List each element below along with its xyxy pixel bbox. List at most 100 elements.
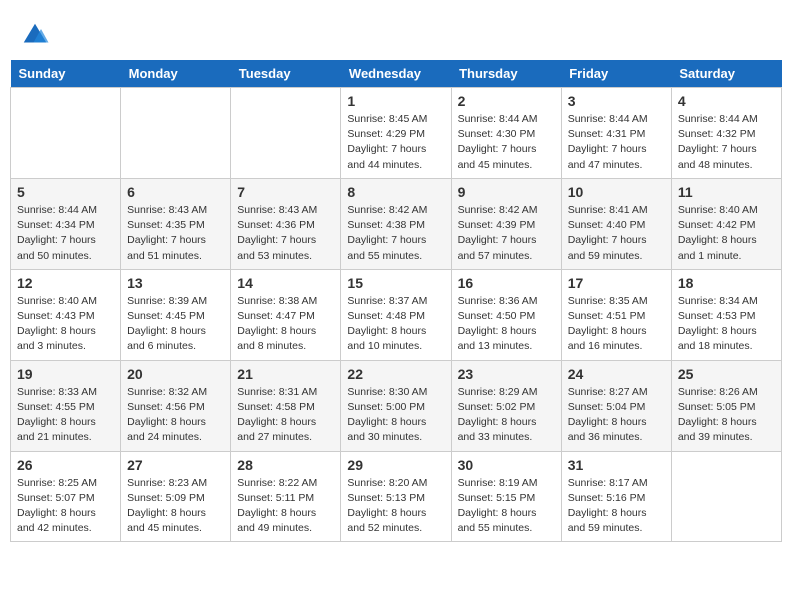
- day-cell: [671, 451, 781, 542]
- day-number: 13: [127, 275, 224, 291]
- day-cell: 5 Sunrise: 8:44 AMSunset: 4:34 PMDaylight…: [11, 178, 121, 269]
- day-cell: 28 Sunrise: 8:22 AMSunset: 5:11 PMDayligh…: [231, 451, 341, 542]
- day-info: Sunrise: 8:43 AMSunset: 4:35 PMDaylight:…: [127, 203, 224, 264]
- logo: [20, 20, 54, 50]
- header-row: SundayMondayTuesdayWednesdayThursdayFrid…: [11, 60, 782, 88]
- header-thursday: Thursday: [451, 60, 561, 88]
- header-sunday: Sunday: [11, 60, 121, 88]
- day-info: Sunrise: 8:42 AMSunset: 4:39 PMDaylight:…: [458, 203, 555, 264]
- week-row-3: 19 Sunrise: 8:33 AMSunset: 4:55 PMDayligh…: [11, 360, 782, 451]
- day-info: Sunrise: 8:38 AMSunset: 4:47 PMDaylight:…: [237, 294, 334, 355]
- day-number: 28: [237, 457, 334, 473]
- day-info: Sunrise: 8:40 AMSunset: 4:43 PMDaylight:…: [17, 294, 114, 355]
- day-info: Sunrise: 8:29 AMSunset: 5:02 PMDaylight:…: [458, 385, 555, 446]
- week-row-2: 12 Sunrise: 8:40 AMSunset: 4:43 PMDayligh…: [11, 269, 782, 360]
- day-number: 10: [568, 184, 665, 200]
- day-cell: 20 Sunrise: 8:32 AMSunset: 4:56 PMDayligh…: [121, 360, 231, 451]
- day-cell: 24 Sunrise: 8:27 AMSunset: 5:04 PMDayligh…: [561, 360, 671, 451]
- day-cell: 21 Sunrise: 8:31 AMSunset: 4:58 PMDayligh…: [231, 360, 341, 451]
- day-info: Sunrise: 8:31 AMSunset: 4:58 PMDaylight:…: [237, 385, 334, 446]
- day-info: Sunrise: 8:44 AMSunset: 4:34 PMDaylight:…: [17, 203, 114, 264]
- day-cell: [11, 88, 121, 179]
- day-number: 15: [347, 275, 444, 291]
- day-number: 7: [237, 184, 334, 200]
- day-cell: 19 Sunrise: 8:33 AMSunset: 4:55 PMDayligh…: [11, 360, 121, 451]
- day-number: 23: [458, 366, 555, 382]
- header-tuesday: Tuesday: [231, 60, 341, 88]
- day-number: 6: [127, 184, 224, 200]
- day-cell: 22 Sunrise: 8:30 AMSunset: 5:00 PMDayligh…: [341, 360, 451, 451]
- day-cell: 2Sunrise: 8:44 AMSunset: 4:30 PMDaylight…: [451, 88, 561, 179]
- day-number: 27: [127, 457, 224, 473]
- day-number: 24: [568, 366, 665, 382]
- day-number: 12: [17, 275, 114, 291]
- calendar-body: 1Sunrise: 8:45 AMSunset: 4:29 PMDaylight…: [11, 88, 782, 542]
- day-number: 25: [678, 366, 775, 382]
- day-number: 11: [678, 184, 775, 200]
- day-number: 1: [347, 93, 444, 109]
- day-info: Sunrise: 8:35 AMSunset: 4:51 PMDaylight:…: [568, 294, 665, 355]
- day-number: 19: [17, 366, 114, 382]
- header-monday: Monday: [121, 60, 231, 88]
- day-number: 20: [127, 366, 224, 382]
- day-cell: 25 Sunrise: 8:26 AMSunset: 5:05 PMDayligh…: [671, 360, 781, 451]
- day-cell: 10 Sunrise: 8:41 AMSunset: 4:40 PMDayligh…: [561, 178, 671, 269]
- day-number: 14: [237, 275, 334, 291]
- day-number: 29: [347, 457, 444, 473]
- day-number: 3: [568, 93, 665, 109]
- day-info: Sunrise: 8:34 AMSunset: 4:53 PMDaylight:…: [678, 294, 775, 355]
- day-number: 21: [237, 366, 334, 382]
- day-info: Sunrise: 8:30 AMSunset: 5:00 PMDaylight:…: [347, 385, 444, 446]
- day-info: Sunrise: 8:41 AMSunset: 4:40 PMDaylight:…: [568, 203, 665, 264]
- page-header: [10, 10, 782, 55]
- day-cell: 4 Sunrise: 8:44 AMSunset: 4:32 PMDaylight…: [671, 88, 781, 179]
- header-wednesday: Wednesday: [341, 60, 451, 88]
- day-number: 22: [347, 366, 444, 382]
- day-number: 5: [17, 184, 114, 200]
- day-number: 26: [17, 457, 114, 473]
- day-info: Sunrise: 8:33 AMSunset: 4:55 PMDaylight:…: [17, 385, 114, 446]
- day-info: Sunrise: 8:17 AMSunset: 5:16 PMDaylight:…: [568, 476, 665, 537]
- day-cell: 30Sunrise: 8:19 AMSunset: 5:15 PMDayligh…: [451, 451, 561, 542]
- day-info: Sunrise: 8:42 AMSunset: 4:38 PMDaylight:…: [347, 203, 444, 264]
- day-info: Sunrise: 8:23 AMSunset: 5:09 PMDaylight:…: [127, 476, 224, 537]
- day-cell: 15 Sunrise: 8:37 AMSunset: 4:48 PMDayligh…: [341, 269, 451, 360]
- day-cell: 23 Sunrise: 8:29 AMSunset: 5:02 PMDayligh…: [451, 360, 561, 451]
- day-cell: 12 Sunrise: 8:40 AMSunset: 4:43 PMDayligh…: [11, 269, 121, 360]
- day-info: Sunrise: 8:27 AMSunset: 5:04 PMDaylight:…: [568, 385, 665, 446]
- day-cell: 6 Sunrise: 8:43 AMSunset: 4:35 PMDaylight…: [121, 178, 231, 269]
- day-info: Sunrise: 8:22 AMSunset: 5:11 PMDaylight:…: [237, 476, 334, 537]
- day-cell: 14 Sunrise: 8:38 AMSunset: 4:47 PMDayligh…: [231, 269, 341, 360]
- week-row-1: 5 Sunrise: 8:44 AMSunset: 4:34 PMDaylight…: [11, 178, 782, 269]
- day-cell: 3Sunrise: 8:44 AMSunset: 4:31 PMDaylight…: [561, 88, 671, 179]
- day-info: Sunrise: 8:37 AMSunset: 4:48 PMDaylight:…: [347, 294, 444, 355]
- day-info: Sunrise: 8:25 AMSunset: 5:07 PMDaylight:…: [17, 476, 114, 537]
- header-saturday: Saturday: [671, 60, 781, 88]
- day-info: Sunrise: 8:44 AMSunset: 4:32 PMDaylight:…: [678, 112, 775, 173]
- day-cell: 13 Sunrise: 8:39 AMSunset: 4:45 PMDayligh…: [121, 269, 231, 360]
- day-number: 9: [458, 184, 555, 200]
- day-number: 30: [458, 457, 555, 473]
- day-cell: 16 Sunrise: 8:36 AMSunset: 4:50 PMDayligh…: [451, 269, 561, 360]
- header-friday: Friday: [561, 60, 671, 88]
- day-cell: 7 Sunrise: 8:43 AMSunset: 4:36 PMDaylight…: [231, 178, 341, 269]
- week-row-0: 1Sunrise: 8:45 AMSunset: 4:29 PMDaylight…: [11, 88, 782, 179]
- day-number: 16: [458, 275, 555, 291]
- day-info: Sunrise: 8:32 AMSunset: 4:56 PMDaylight:…: [127, 385, 224, 446]
- day-number: 18: [678, 275, 775, 291]
- logo-icon: [20, 20, 50, 50]
- day-number: 31: [568, 457, 665, 473]
- day-cell: 17Sunrise: 8:35 AMSunset: 4:51 PMDayligh…: [561, 269, 671, 360]
- day-cell: 18 Sunrise: 8:34 AMSunset: 4:53 PMDayligh…: [671, 269, 781, 360]
- day-info: Sunrise: 8:43 AMSunset: 4:36 PMDaylight:…: [237, 203, 334, 264]
- day-info: Sunrise: 8:39 AMSunset: 4:45 PMDaylight:…: [127, 294, 224, 355]
- day-cell: 8Sunrise: 8:42 AMSunset: 4:38 PMDaylight…: [341, 178, 451, 269]
- day-info: Sunrise: 8:26 AMSunset: 5:05 PMDaylight:…: [678, 385, 775, 446]
- day-cell: [121, 88, 231, 179]
- day-cell: 11Sunrise: 8:40 AMSunset: 4:42 PMDayligh…: [671, 178, 781, 269]
- day-cell: 29Sunrise: 8:20 AMSunset: 5:13 PMDayligh…: [341, 451, 451, 542]
- day-cell: [231, 88, 341, 179]
- day-cell: 26 Sunrise: 8:25 AMSunset: 5:07 PMDayligh…: [11, 451, 121, 542]
- day-info: Sunrise: 8:36 AMSunset: 4:50 PMDaylight:…: [458, 294, 555, 355]
- day-number: 4: [678, 93, 775, 109]
